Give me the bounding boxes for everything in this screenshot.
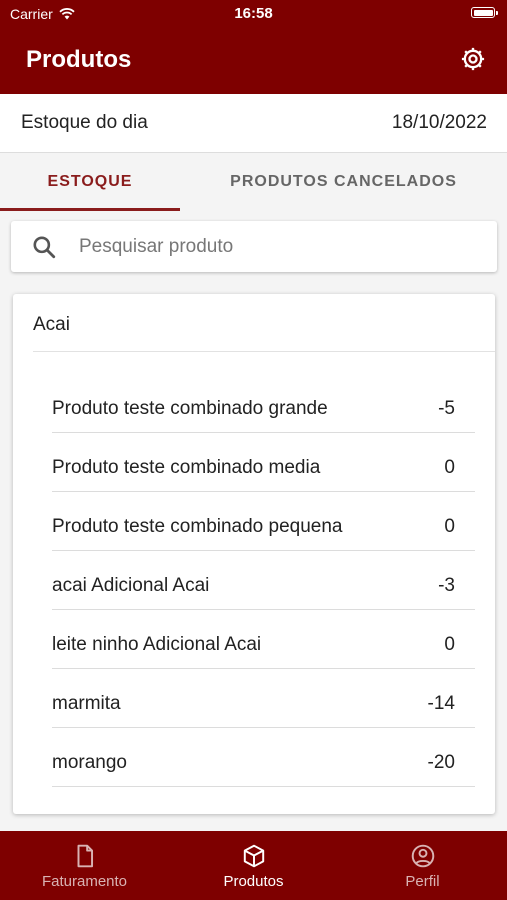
- product-name: Produto teste combinado pequena: [52, 516, 343, 537]
- product-name: Produto teste combinado grande: [52, 398, 328, 419]
- product-quantity: -20: [427, 752, 455, 773]
- stock-date-value: 18/10/2022: [391, 112, 487, 133]
- nav-produtos-label: Produtos: [223, 873, 284, 890]
- search-icon: [33, 236, 56, 259]
- product-list: Produto teste combinado grande -5 Produt…: [52, 374, 475, 787]
- product-quantity: 0: [444, 457, 455, 478]
- product-name: Produto teste combinado media: [52, 457, 321, 478]
- nav-perfil-label: Perfil: [405, 873, 440, 890]
- product-row[interactable]: Produto teste combinado pequena 0: [52, 492, 475, 551]
- user-circle-icon: [411, 844, 435, 868]
- stock-date-row: Estoque do dia 18/10/2022: [0, 94, 507, 153]
- product-row[interactable]: acai Adicional Acai -3: [52, 551, 475, 610]
- product-name: marmita: [52, 693, 121, 714]
- battery-icon: [471, 7, 498, 18]
- nav-faturamento[interactable]: Faturamento: [0, 831, 169, 900]
- search-input[interactable]: [77, 231, 481, 263]
- bottom-nav: Faturamento Produtos Perfil: [0, 831, 507, 900]
- status-time: 16:58: [234, 5, 273, 22]
- product-quantity: 0: [444, 634, 455, 655]
- product-row[interactable]: Produto teste combinado grande -5: [52, 374, 475, 433]
- nav-faturamento-label: Faturamento: [41, 873, 128, 890]
- product-row[interactable]: marmita -14: [52, 669, 475, 728]
- category-divider: [33, 351, 495, 352]
- nav-produtos[interactable]: Produtos: [169, 831, 338, 900]
- search-bar: [11, 221, 497, 272]
- stock-date-label: Estoque do dia: [21, 112, 148, 133]
- tab-estoque[interactable]: ESTOQUE: [0, 153, 180, 211]
- active-tab-indicator: [0, 208, 180, 211]
- product-quantity: 0: [444, 516, 455, 537]
- product-quantity: -5: [438, 398, 455, 419]
- product-name: acai Adicional Acai: [52, 575, 210, 596]
- page-title: Produtos: [26, 46, 132, 73]
- category-title: Acai: [33, 314, 70, 335]
- product-row[interactable]: leite ninho Adicional Acai 0: [52, 610, 475, 669]
- tab-bar: ESTOQUE PRODUTOS CANCELADOS: [0, 153, 507, 211]
- product-quantity: -3: [438, 575, 455, 596]
- product-row[interactable]: Produto teste combinado media 0: [52, 433, 475, 492]
- product-quantity: -14: [427, 693, 455, 714]
- tab-produtos-cancelados[interactable]: PRODUTOS CANCELADOS: [180, 153, 507, 211]
- box-icon: [243, 844, 265, 868]
- app-bar: Produtos: [0, 26, 507, 94]
- status-bar: Carrier 16:58: [0, 0, 507, 26]
- product-name: morango: [52, 752, 127, 773]
- category-card: Acai Produto teste combinado grande -5 P…: [13, 294, 495, 814]
- product-name: leite ninho Adicional Acai: [52, 634, 262, 655]
- gear-icon[interactable]: [459, 45, 487, 73]
- product-row[interactable]: morango -20: [52, 728, 475, 787]
- nav-perfil[interactable]: Perfil: [338, 831, 507, 900]
- document-icon: [77, 844, 94, 868]
